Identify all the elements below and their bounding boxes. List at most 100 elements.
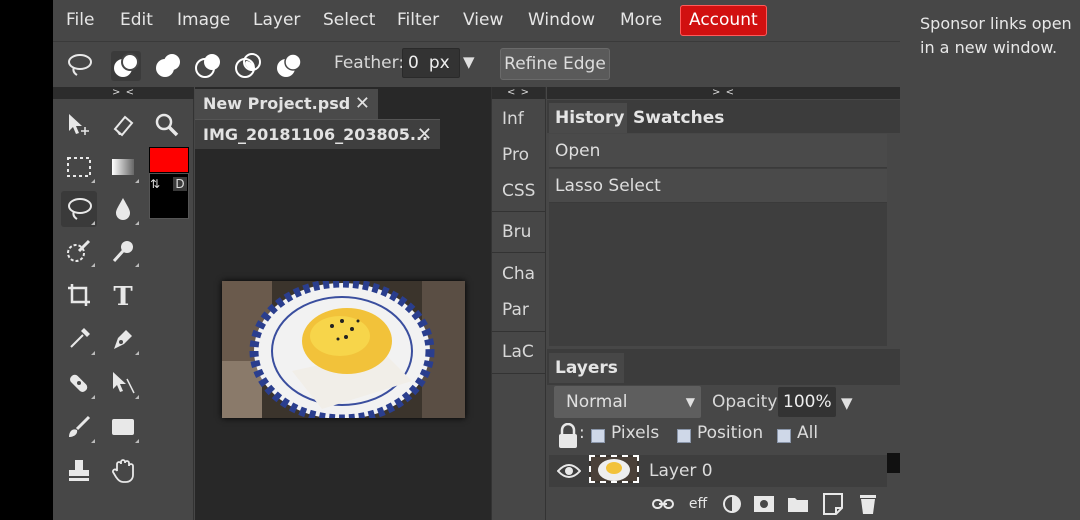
tools-panel: > < T ⇅ D [53,87,194,520]
opacity-dropdown-icon[interactable]: ▼ [841,394,853,412]
new-layer-icon[interactable] [821,492,845,516]
menu-file[interactable]: File [66,0,94,42]
lock-all-checkbox[interactable] [777,429,791,443]
close-icon[interactable]: ✕ [417,120,432,150]
move-tool-icon[interactable] [61,107,97,143]
lock-position-checkbox[interactable] [677,429,691,443]
menu-edit[interactable]: Edit [120,0,153,42]
rectangle-tool-icon[interactable] [105,409,141,445]
panel-paragraph[interactable]: Par [492,300,545,320]
account-button[interactable]: Account [680,5,767,36]
tab-history[interactable]: History [549,103,631,133]
left-edge [0,0,53,520]
layers-tabbar: Layers [547,349,900,385]
zoom-tool-icon[interactable] [149,107,185,143]
tools-collapse-handle[interactable]: > < [53,87,194,99]
crop-tool-icon[interactable] [61,277,97,313]
feather-value: 0 [408,53,419,73]
sponsor-note: Sponsor links open in a new window. [920,14,1072,57]
panel-lac[interactable]: LaC [492,342,545,362]
pen-tool-icon[interactable] [105,321,141,357]
effects-icon[interactable]: eff [686,492,710,516]
tab-swatches[interactable]: Swatches [627,103,731,133]
lock-icon [559,423,577,448]
menu-view[interactable]: View [463,0,503,42]
close-icon[interactable]: ✕ [355,89,370,119]
menu-filter[interactable]: Filter [397,0,439,42]
adjustment-layer-icon[interactable] [720,492,744,516]
menu-window[interactable]: Window [528,0,595,42]
menu-select[interactable]: Select [323,0,375,42]
opacity-label: Opacity: [712,392,782,412]
lock-row: : Pixels Position All [555,423,895,449]
dodge-tool-icon[interactable] [105,233,141,269]
panel-css[interactable]: CSS [492,181,545,201]
intersect-selection-icon[interactable] [233,51,263,81]
lasso-icon[interactable] [65,51,95,81]
refine-edge-button[interactable]: Refine Edge [500,48,610,80]
photo-editor-app: File Edit Image Layer Select Filter View… [53,0,900,520]
eyedropper-tool-icon[interactable] [61,321,97,357]
blur-tool-icon[interactable] [105,191,141,227]
gradient-tool-icon[interactable] [105,149,141,185]
path-select-icon[interactable] [105,365,141,401]
marquee-tool-icon[interactable] [61,149,97,185]
blend-mode-select[interactable]: Normal ▼ [554,386,701,418]
feather-unit: px [428,53,450,73]
tab-layers[interactable]: Layers [549,353,624,383]
brush-tool-icon[interactable] [61,409,97,445]
layer-mask-icon[interactable] [752,492,776,516]
menu-image[interactable]: Image [177,0,230,42]
exclude-selection-icon[interactable] [274,51,304,81]
layers-scrollbar[interactable] [887,453,900,473]
layer-row[interactable]: Layer 0 [549,455,887,487]
image-canvas[interactable] [222,281,465,418]
trash-icon[interactable] [856,492,880,516]
hand-tool-icon[interactable] [105,453,141,489]
add-selection-icon[interactable] [153,51,183,81]
default-colors-icon[interactable]: D [173,177,187,191]
panel-info[interactable]: Inf [492,109,545,129]
stamp-tool-icon[interactable] [61,453,97,489]
healing-brush-icon[interactable] [61,365,97,401]
right-panels: > < History Swatches Open Lasso Select L… [547,87,900,520]
menu-layer[interactable]: Layer [253,0,300,42]
swap-colors-icon[interactable]: ⇅ [150,177,160,191]
feather-input[interactable]: 0 px [402,48,460,78]
divider [492,211,545,212]
tab-title: IMG_20181106_203805... [203,125,429,144]
divider [492,331,545,332]
blend-mode-value: Normal [566,392,628,412]
lock-position-label: Position [697,423,764,443]
tab-title: New Project.psd [203,94,351,113]
tab-new-project[interactable]: New Project.psd ✕ [195,89,378,119]
panel-character[interactable]: Cha [492,264,545,284]
lock-pixels-checkbox[interactable] [591,429,605,443]
eye-icon[interactable] [557,463,581,479]
history-item[interactable]: Lasso Select [549,169,887,203]
opacity-input[interactable]: 100% [778,387,836,417]
panel-brush[interactable]: Bru [492,222,545,242]
panel-properties[interactable]: Pro [492,145,545,165]
menu-more[interactable]: More [620,0,662,42]
folder-icon[interactable] [786,492,810,516]
lock-all-label: All [797,423,819,443]
quick-selection-icon[interactable] [61,233,97,269]
new-selection-icon[interactable] [111,51,141,81]
mini-panels: < > Inf Pro CSS Bru Cha Par LaC [491,87,546,520]
tab-img-file[interactable]: IMG_20181106_203805... ✕ [195,119,440,149]
right-collapse-handle[interactable]: > < [547,87,900,99]
subtract-selection-icon[interactable] [193,51,223,81]
feather-label: Feather: [334,53,405,73]
lasso-tool-icon[interactable] [61,191,97,227]
foreground-color-swatch[interactable] [149,147,189,173]
feather-dropdown-icon[interactable]: ▼ [463,53,475,71]
link-layers-icon[interactable] [651,492,675,516]
lock-colon: : [579,423,585,443]
eraser-tool-icon[interactable] [105,107,141,143]
history-item[interactable]: Open [549,134,887,168]
document-area: New Project.psd ✕ IMG_20181106_203805...… [195,87,491,520]
mini-collapse-handle[interactable]: < > [492,87,545,99]
text-tool-icon[interactable]: T [105,277,141,313]
layer-thumbnail[interactable] [589,455,639,483]
